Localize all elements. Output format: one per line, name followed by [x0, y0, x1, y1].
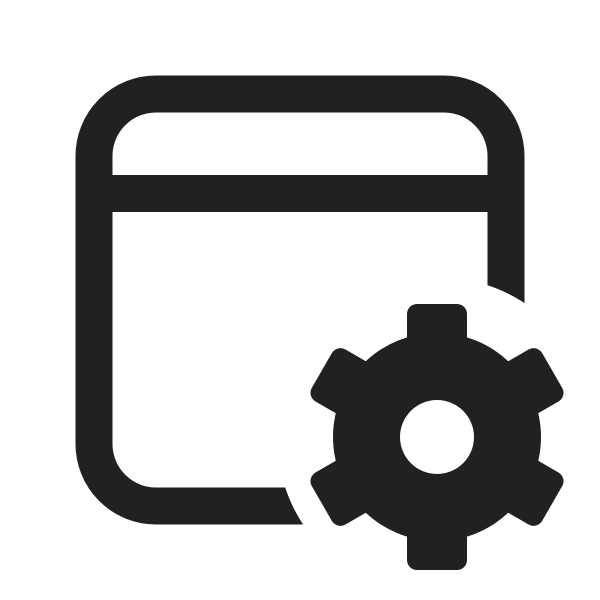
app-window-settings-icon: [75, 75, 564, 570]
gear-hole: [400, 400, 474, 474]
window-titlebar-divider: [94, 175, 506, 212]
gear-icon: [310, 304, 564, 570]
icon-canvas: [0, 0, 600, 600]
